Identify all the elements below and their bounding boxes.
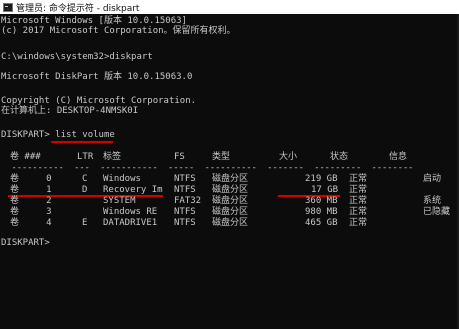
vol-size: 360 MB bbox=[305, 196, 338, 206]
header-type: 类型 bbox=[212, 152, 231, 162]
vol-number: 卷 1 bbox=[10, 185, 52, 195]
vol-status: 正常 bbox=[349, 196, 368, 206]
vol-info: 系统 bbox=[423, 196, 442, 206]
vol-label: SYSTEM bbox=[103, 196, 136, 206]
vol-letter: C bbox=[82, 174, 88, 184]
vol-type: 磁盘分区 bbox=[212, 218, 249, 228]
output-line: (c) 2017 Microsoft Corporation。保留所有权利。 bbox=[1, 26, 236, 36]
output-line: Microsoft DiskPart 版本 10.0.15063.0 bbox=[1, 72, 193, 82]
vol-letter: E bbox=[82, 218, 88, 228]
vol-status: 正常 bbox=[349, 207, 368, 217]
vol-size: 980 MB bbox=[305, 207, 338, 217]
cmd-icon bbox=[3, 2, 13, 12]
vol-info: 启动 bbox=[423, 174, 442, 184]
console-output[interactable]: Microsoft Windows [版本 10.0.15063] (c) 20… bbox=[0, 14, 459, 329]
vol-status: 正常 bbox=[349, 174, 368, 184]
output-line: C:\windows\system32>diskpart bbox=[1, 52, 153, 62]
title-bar[interactable]: 管理员: 命令提示符 - diskpart bbox=[0, 0, 459, 14]
vol-type: 磁盘分区 bbox=[212, 185, 249, 195]
vol-number: 卷 3 bbox=[10, 207, 52, 217]
vol-fs: NTFS bbox=[174, 218, 196, 228]
vol-number: 卷 4 bbox=[10, 218, 52, 228]
vol-fs: NTFS bbox=[174, 174, 196, 184]
vol-info: 已隐藏 bbox=[423, 207, 451, 217]
vol-number: 卷 2 bbox=[10, 196, 52, 206]
vol-status: 正常 bbox=[349, 185, 368, 195]
vol-label: DATADRIVE1 bbox=[103, 218, 158, 228]
vol-fs: NTFS bbox=[174, 207, 196, 217]
vol-size: 219 GB bbox=[305, 174, 338, 184]
table-separator: ---------- --- ----------- ----- -------… bbox=[1, 163, 414, 173]
console-window: 管理员: 命令提示符 - diskpart Microsoft Windows … bbox=[0, 0, 459, 329]
vol-size: 17 GB bbox=[311, 185, 339, 195]
vol-label: Windows bbox=[103, 174, 141, 184]
output-line: Copyright (C) Microsoft Corporation. bbox=[1, 96, 197, 106]
vol-label: Recovery Im bbox=[103, 185, 163, 195]
vol-type: 磁盘分区 bbox=[212, 196, 249, 206]
output-line: 在计算机上: DESKTOP-4NMSK0I bbox=[1, 106, 139, 116]
vol-type: 磁盘分区 bbox=[212, 207, 249, 217]
vol-fs: NTFS bbox=[174, 185, 196, 195]
header-fs: FS bbox=[174, 152, 185, 162]
header-vol: 卷 ### bbox=[10, 152, 41, 162]
output-line: Microsoft Windows [版本 10.0.15063] bbox=[1, 16, 187, 26]
window-title: 管理员: 命令提示符 - diskpart bbox=[16, 3, 140, 14]
vol-label: Windows RE bbox=[103, 207, 158, 217]
vol-status: 正常 bbox=[349, 218, 368, 228]
vol-size: 465 GB bbox=[305, 218, 338, 228]
header-size: 大小 bbox=[279, 152, 298, 162]
vol-type: 磁盘分区 bbox=[212, 174, 249, 184]
vol-fs: FAT32 bbox=[174, 196, 202, 206]
vol-letter: D bbox=[82, 185, 88, 195]
header-ltr: LTR bbox=[77, 152, 94, 162]
diskpart-prompt[interactable]: DISKPART> bbox=[1, 238, 55, 248]
command-line: DISKPART> list volume bbox=[1, 130, 115, 140]
header-info: 信息 bbox=[389, 152, 408, 162]
vol-number: 卷 0 bbox=[10, 174, 52, 184]
command-highlight-underline bbox=[51, 141, 113, 143]
header-status: 状态 bbox=[330, 152, 349, 162]
header-label: 标签 bbox=[103, 152, 122, 162]
